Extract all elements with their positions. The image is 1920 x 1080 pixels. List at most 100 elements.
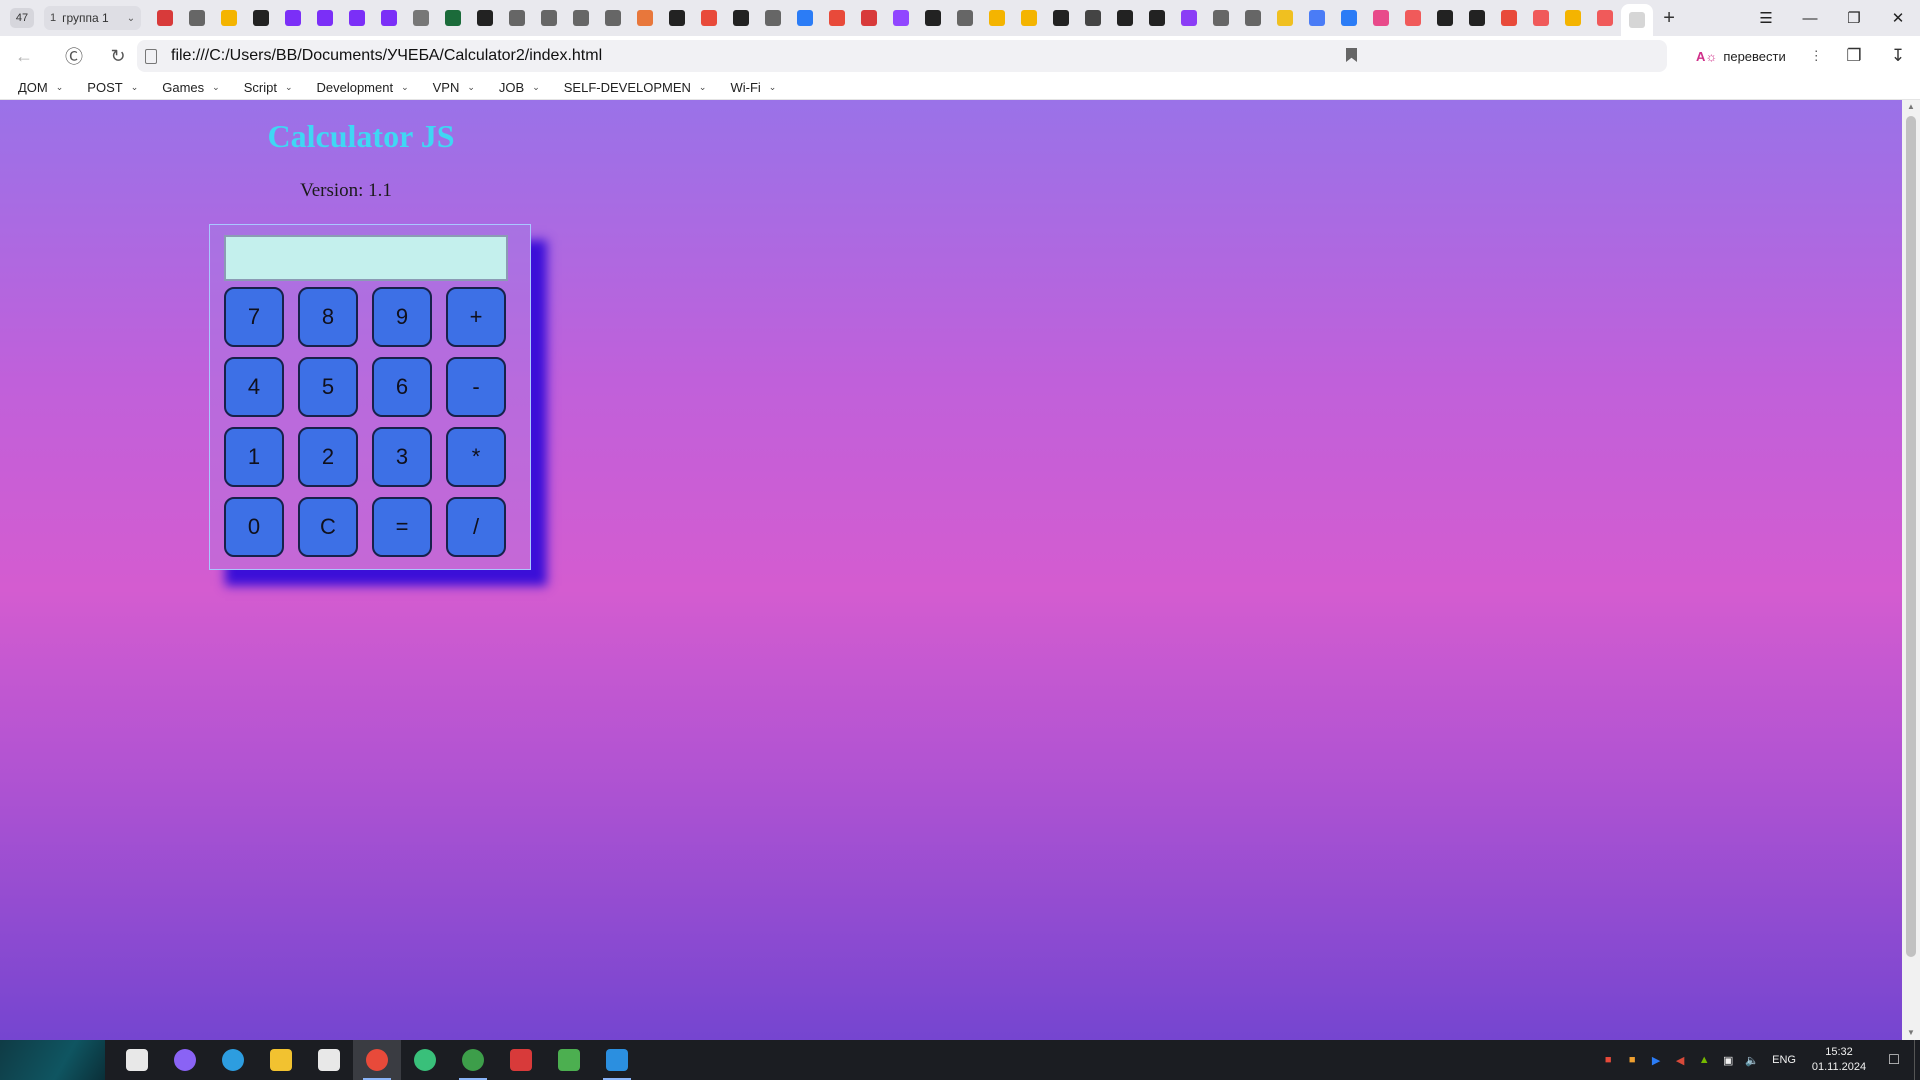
tab[interactable] [1013,3,1045,33]
tab-active[interactable] [1621,4,1654,36]
tab[interactable] [661,3,693,33]
tab-count-badge[interactable]: 47 [10,8,34,28]
volume-icon[interactable]: 🔈 [1740,1054,1764,1067]
tab[interactable] [853,3,885,33]
calc-key-button[interactable]: 2 [298,427,358,487]
tab[interactable] [373,3,405,33]
clock[interactable]: 15:32 01.11.2024 [1804,1045,1874,1075]
bookmark-folder[interactable]: Development ⌄ [308,80,416,95]
scroll-up-icon[interactable]: ▲ [1902,100,1920,114]
tab[interactable] [789,3,821,33]
calc-key-button[interactable]: 3 [372,427,432,487]
calc-key-button[interactable]: / [446,497,506,557]
scrollbar-thumb[interactable] [1906,116,1916,957]
tab[interactable] [725,3,757,33]
tab[interactable] [1141,3,1173,33]
taskbar-app[interactable] [161,1040,209,1080]
bookmark-folder[interactable]: Script ⌄ [236,80,301,95]
calc-key-button[interactable]: C [298,497,358,557]
taskbar-app[interactable] [305,1040,353,1080]
tab[interactable] [1109,3,1141,33]
calc-key-button[interactable]: 6 [372,357,432,417]
tab[interactable] [405,3,437,33]
restore-icon[interactable]: ❐ [1832,9,1876,27]
bookmark-folder[interactable]: SELF-DEVELOPMEN ⌄ [556,80,715,95]
tab[interactable] [1205,3,1237,33]
tab[interactable] [1237,3,1269,33]
tab[interactable] [1557,3,1589,33]
tab[interactable] [341,3,373,33]
taskbar-app[interactable] [593,1040,641,1080]
taskbar-app[interactable] [545,1040,593,1080]
taskbar-app[interactable] [209,1040,257,1080]
collections-icon[interactable]: ❐ [1832,46,1876,66]
tab[interactable] [181,3,213,33]
bookmark-folder[interactable]: VPN ⌄ [425,80,483,95]
bookmark-folder[interactable]: ДОМ ⌄ [10,80,71,95]
tab[interactable] [1077,3,1109,33]
show-desktop-button[interactable] [1914,1040,1920,1080]
calc-key-button[interactable]: 5 [298,357,358,417]
tab[interactable] [533,3,565,33]
calc-key-button[interactable]: 1 [224,427,284,487]
taskbar-app[interactable] [353,1040,401,1080]
tab[interactable] [501,3,533,33]
tab[interactable] [1493,3,1525,33]
tab[interactable] [469,3,501,33]
minimize-icon[interactable]: — [1788,10,1832,27]
network-icon[interactable]: ▣ [1716,1054,1740,1067]
tab[interactable] [917,3,949,33]
tab[interactable] [981,3,1013,33]
tab[interactable] [757,3,789,33]
more-icon[interactable]: ⋮ [1810,48,1823,64]
vertical-scrollbar[interactable]: ▲ ▼ [1902,100,1920,1040]
tab[interactable] [821,3,853,33]
tab[interactable] [1333,3,1365,33]
taskbar-app[interactable] [497,1040,545,1080]
tab[interactable] [1173,3,1205,33]
tab[interactable] [1269,3,1301,33]
calc-key-button[interactable]: + [446,287,506,347]
bookmark-folder[interactable]: POST ⌄ [79,80,146,95]
back-icon[interactable]: ← [6,38,42,74]
new-tab-button[interactable]: + [1655,4,1683,32]
reload-icon[interactable]: ↻ [100,38,136,74]
start-button[interactable] [0,1040,105,1080]
tab[interactable] [1301,3,1333,33]
tab[interactable] [885,3,917,33]
calc-key-button[interactable]: - [446,357,506,417]
calculator-display[interactable] [224,235,508,281]
bookmark-folder[interactable]: Games ⌄ [154,80,227,95]
tab[interactable] [629,3,661,33]
calc-key-button[interactable]: 0 [224,497,284,557]
taskbar-app[interactable] [449,1040,497,1080]
tab[interactable] [1397,3,1429,33]
tab[interactable] [1429,3,1461,33]
tab[interactable] [309,3,341,33]
tray-app-orange-icon[interactable]: ■ [1620,1054,1644,1066]
tab[interactable] [565,3,597,33]
taskbar-app[interactable] [401,1040,449,1080]
tab[interactable] [693,3,725,33]
tab[interactable] [1045,3,1077,33]
nvidia-icon[interactable]: ▲ [1692,1054,1716,1066]
tray-app-red-icon[interactable]: ■ [1596,1054,1620,1066]
yandex-icon[interactable]: Ⓒ [56,38,92,74]
tab[interactable] [149,3,181,33]
tab[interactable] [1461,3,1493,33]
bookmark-folder[interactable]: JOB ⌄ [491,80,548,95]
language-indicator[interactable]: ENG [1772,1054,1796,1066]
taskbar-app[interactable] [257,1040,305,1080]
tab-group[interactable]: 1 группа 1 ⌄ [44,6,142,30]
taskbar-app[interactable] [113,1040,161,1080]
tab[interactable] [597,3,629,33]
tab[interactable] [949,3,981,33]
close-icon[interactable]: ✕ [1876,9,1920,27]
calc-key-button[interactable]: 4 [224,357,284,417]
tab[interactable] [437,3,469,33]
tab[interactable] [1525,3,1557,33]
calc-key-button[interactable]: = [372,497,432,557]
notification-icon[interactable]: □ [1874,1051,1914,1069]
download-icon[interactable]: ↧ [1876,46,1920,66]
tab[interactable] [1589,3,1621,33]
